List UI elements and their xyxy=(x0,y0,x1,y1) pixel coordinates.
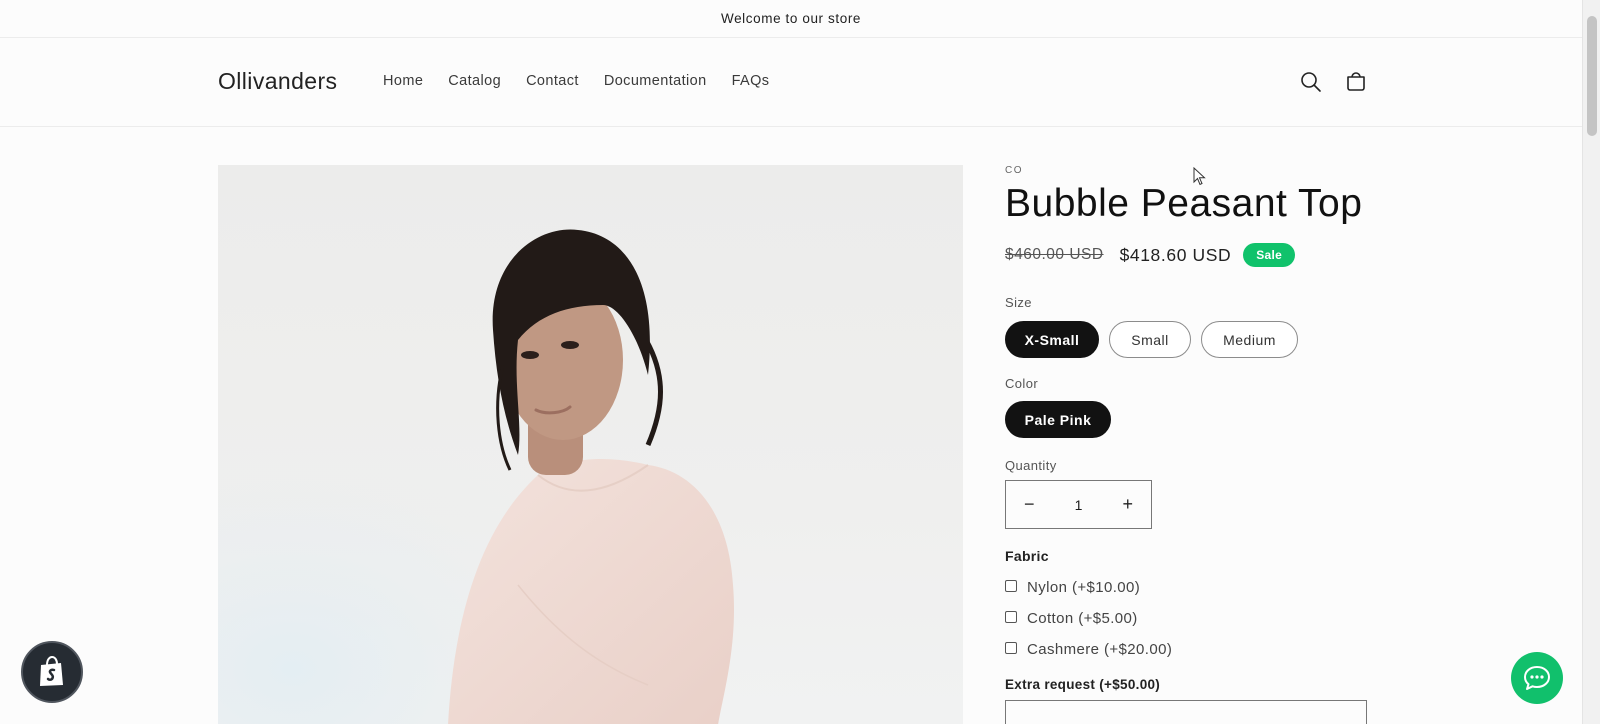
extra-request-label: Extra request (+$50.00) xyxy=(1005,677,1161,692)
fabric-price: (+$10.00) xyxy=(1071,579,1141,596)
original-price: $460.00 USD xyxy=(1005,246,1104,263)
checkbox[interactable] xyxy=(1005,642,1017,654)
checkbox[interactable] xyxy=(1005,580,1017,592)
announcement-text: Welcome to our store xyxy=(720,11,862,26)
size-option-x-small[interactable]: X-Small xyxy=(1005,321,1099,358)
cart-icon[interactable] xyxy=(1343,69,1369,95)
mouse-cursor-icon xyxy=(1193,166,1207,192)
nav-catalog[interactable]: Catalog xyxy=(448,73,501,89)
size-option-small[interactable]: Small xyxy=(1109,321,1191,358)
quantity-decrease-button[interactable]: − xyxy=(1024,494,1035,515)
fabric-name: Cotton xyxy=(1027,610,1074,627)
color-options: Pale Pink xyxy=(1005,401,1367,438)
checkbox[interactable] xyxy=(1005,611,1017,623)
fabric-option-cashmere[interactable]: Cashmere (+$20.00) xyxy=(1005,641,1367,658)
fabric-label: Fabric xyxy=(1005,548,1049,564)
quantity-increase-button[interactable]: + xyxy=(1122,494,1133,515)
size-options: X-Small Small Medium xyxy=(1005,321,1367,358)
product-image[interactable] xyxy=(218,165,963,724)
nav-faqs[interactable]: FAQs xyxy=(732,73,770,89)
store-logo[interactable]: Ollivanders xyxy=(218,68,337,95)
main-nav: Home Catalog Contact Documentation FAQs xyxy=(383,73,794,89)
fabric-option-nylon[interactable]: Nylon (+$10.00) xyxy=(1005,579,1367,596)
color-option-pale-pink[interactable]: Pale Pink xyxy=(1005,401,1111,438)
fabric-name: Cashmere xyxy=(1027,641,1100,658)
announcement-bar: Welcome to our store xyxy=(0,0,1600,38)
shopify-bag-icon[interactable] xyxy=(21,641,83,703)
sale-price: $418.60 USD xyxy=(1119,244,1232,265)
size-label: Size xyxy=(1005,295,1032,310)
quantity-input[interactable]: 1 xyxy=(1075,497,1083,513)
quantity-stepper: − 1 + xyxy=(1005,480,1152,529)
product-title: Bubble Peasant Top xyxy=(1005,182,1363,225)
search-icon[interactable] xyxy=(1298,69,1324,95)
price-row: $460.00 USD $418.60 USD Sale xyxy=(1005,243,1367,267)
fabric-name: Nylon xyxy=(1027,579,1068,596)
extra-request-input[interactable] xyxy=(1005,700,1367,724)
chat-bubble-icon[interactable] xyxy=(1511,652,1563,704)
nav-documentation[interactable]: Documentation xyxy=(604,73,707,89)
product-info: CO Bubble Peasant Top $460.00 USD $418.6… xyxy=(1005,165,1367,724)
scrollbar-thumb[interactable] xyxy=(1587,16,1597,136)
fabric-price: (+$5.00) xyxy=(1078,610,1138,627)
fabric-price: (+$20.00) xyxy=(1103,641,1173,658)
product-vendor: CO xyxy=(1005,165,1023,176)
color-label: Color xyxy=(1005,376,1039,391)
nav-contact[interactable]: Contact xyxy=(526,73,579,89)
nav-home[interactable]: Home xyxy=(383,73,423,89)
site-header: Ollivanders Home Catalog Contact Documen… xyxy=(0,39,1582,127)
size-option-medium[interactable]: Medium xyxy=(1201,321,1298,358)
quantity-label: Quantity xyxy=(1005,458,1057,473)
fabric-option-cotton[interactable]: Cotton (+$5.00) xyxy=(1005,610,1367,627)
page-scrollbar[interactable] xyxy=(1582,0,1600,724)
sale-badge: Sale xyxy=(1243,243,1296,267)
